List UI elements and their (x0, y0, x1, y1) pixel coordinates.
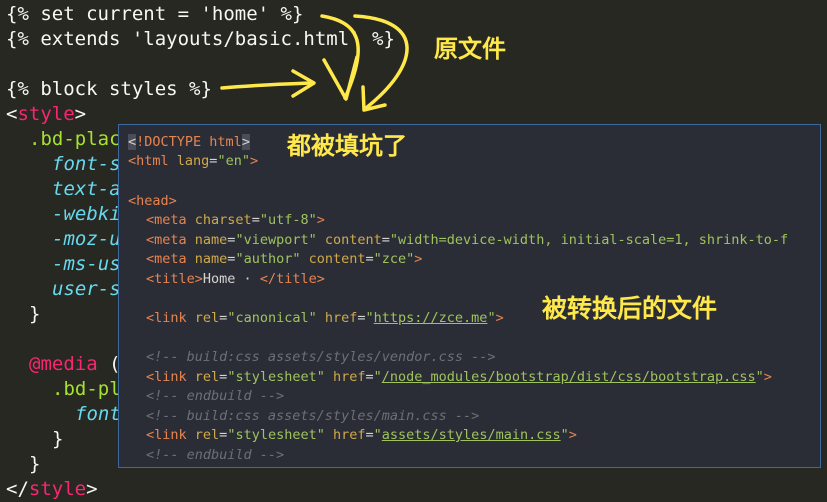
meta-author-line: <meta name="author" content="zce"> (146, 251, 423, 267)
style-close-tag: style (28, 478, 87, 500)
link2-q1: " (373, 369, 382, 385)
link1-tag: <link (146, 310, 195, 326)
annotation-original-file: 原文件 (434, 35, 506, 63)
meta2-attr2: content (316, 232, 382, 248)
meta2-val2: "width=device-width, initial-scale=1, sh… (389, 232, 789, 248)
link2-attr1: rel (194, 369, 220, 385)
comment-build-vendor: <!-- build:css assets/styles/vendor.css … (146, 349, 496, 365)
code-line-brace: } (29, 303, 41, 325)
meta1-end: > (316, 212, 325, 228)
title-open: <title> (146, 271, 203, 287)
link-canonical-line: <link rel="canonical" href="https://zce.… (146, 310, 504, 326)
link1-attr1: rel (194, 310, 220, 326)
style-open-tag: style (17, 103, 75, 125)
code-line-media-inner-brace: } (52, 428, 64, 450)
link3-q2: " (560, 427, 569, 443)
style-close-gt: > (86, 478, 98, 500)
link2-q2: " (755, 369, 764, 385)
style-open-lt: < (6, 103, 18, 125)
html-end: > (249, 153, 259, 169)
link1-val1: "canonical" (227, 310, 317, 326)
link-bootstrap-line: <link rel="stylesheet" href="/node_modul… (146, 369, 772, 385)
code-line-prop-font-size: font-s (52, 153, 121, 175)
link3-url[interactable]: assets/styles/main.css (382, 427, 561, 443)
link2-end: > (763, 369, 772, 385)
meta2-tag: <meta (146, 232, 195, 248)
meta3-val2: "zce" (373, 251, 415, 267)
code-line-media-brace: } (29, 453, 41, 475)
code-line-selector: .bd-plac (29, 128, 121, 150)
meta-viewport-line: <meta name="viewport" content="width=dev… (146, 232, 789, 248)
link2-val1: "stylesheet" (227, 369, 325, 385)
link1-attr2: href (316, 310, 358, 326)
link1-url[interactable]: https://zce.me (374, 310, 488, 326)
annotation-converted-file: 被转换后的文件 (542, 294, 718, 323)
code-line-block-styles: {% block styles %} (6, 78, 212, 100)
title-line: <title>Home · </title> (146, 270, 325, 289)
link1-q2: " (487, 310, 496, 326)
head-line: <head> (128, 193, 177, 209)
meta1-tag: <meta (146, 212, 195, 228)
link2-tag: <link (146, 369, 195, 385)
html-attr: lang (176, 153, 210, 169)
title-close: </title> (259, 271, 325, 287)
meta1-val: "utf-8" (259, 212, 317, 228)
comment-build-main: <!-- build:css assets/styles/main.css --… (146, 408, 480, 424)
meta2-attr1: name (194, 232, 228, 248)
doctype-close: > (241, 134, 250, 150)
meta3-tag: <meta (146, 251, 195, 267)
code-line-prop-webkit: -webki (52, 203, 121, 225)
code-line-media: @media ( (29, 352, 121, 377)
link2-attr2: href (324, 369, 366, 385)
meta1-attr: charset (194, 212, 252, 228)
code-line-style-close: </style> (6, 477, 98, 502)
media-keyword: @media (29, 353, 98, 375)
html-tag: <html (128, 153, 177, 169)
doctype-open: < (128, 134, 137, 150)
html-line: <html lang="en"> (128, 152, 258, 171)
meta2-val1: "viewport" (235, 232, 317, 248)
code-line-style-open: <style> (6, 102, 86, 127)
meta-charset-line: <meta charset="utf-8"> (146, 212, 325, 228)
meta3-attr2: content (300, 251, 366, 267)
doctype-text: !DOCTYPE html (136, 134, 242, 150)
link3-val1: "stylesheet" (227, 427, 325, 443)
link2-url[interactable]: /node_modules/bootstrap/dist/css/bootstr… (382, 369, 756, 385)
code-line-prop-ms: -ms-us (52, 253, 121, 275)
style-close-lt: </ (6, 478, 29, 500)
link3-tag: <link (146, 427, 195, 443)
link1-end: > (495, 310, 504, 326)
code-line-media-selector: .bd-pl (52, 378, 121, 400)
meta3-end: > (414, 251, 423, 267)
doctype-line: <!DOCTYPE html> (128, 133, 250, 152)
link3-attr1: rel (194, 427, 220, 443)
style-open-gt: > (74, 103, 87, 125)
code-line-set-current: {% set current = 'home' %} (6, 3, 304, 25)
comment-endbuild-2: <!-- endbuild --> (146, 447, 285, 463)
link3-attr2: href (324, 427, 366, 443)
meta3-val1: "author" (235, 251, 301, 267)
code-line-media-prop: font (75, 403, 121, 425)
code-line-prop-moz: -moz-u (52, 228, 121, 250)
link1-q1: " (365, 310, 374, 326)
title-text: Home · (202, 271, 260, 287)
code-line-prop-text-align: text-a (52, 178, 121, 200)
annotation-filled: 都被填坑了 (287, 132, 407, 160)
link3-end: > (568, 427, 577, 443)
meta3-attr1: name (194, 251, 228, 267)
html-val: "en" (217, 153, 250, 169)
link3-q1: " (373, 427, 382, 443)
link-main-css-line: <link rel="stylesheet" href="assets/styl… (146, 427, 577, 443)
comment-endbuild-1: <!-- endbuild --> (146, 388, 285, 404)
code-line-extends: {% extends 'layouts/basic.html' %} (6, 28, 395, 50)
code-line-prop-user-select: user-s (52, 278, 121, 300)
